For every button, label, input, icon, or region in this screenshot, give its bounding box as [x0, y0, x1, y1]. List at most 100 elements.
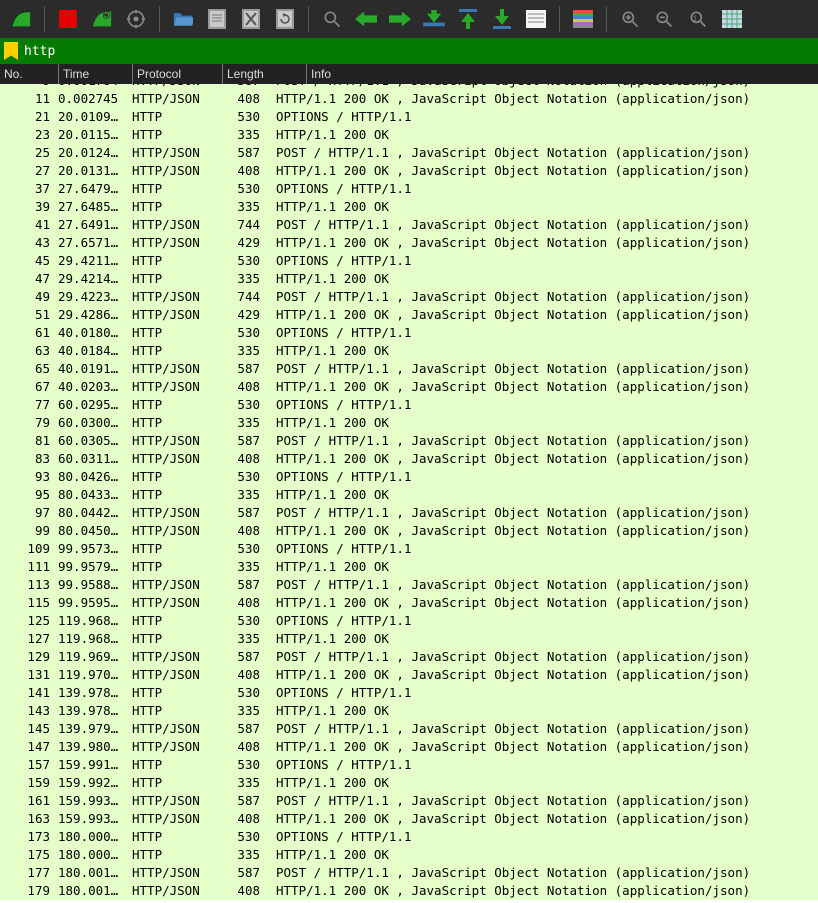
packet-row[interactable]: 3927.6485…HTTP335HTTP/1.1 200 OK: [0, 198, 818, 216]
packet-row[interactable]: 4929.4223…HTTP/JSON744POST / HTTP/1.1 , …: [0, 288, 818, 306]
zoom-reset-icon[interactable]: 1: [683, 4, 713, 34]
packet-list[interactable]: 90.001784HTTP/JSON587POST / HTTP/1.1 , J…: [0, 84, 818, 903]
packet-row[interactable]: 8360.0311…HTTP/JSON408HTTP/1.1 200 OK , …: [0, 450, 818, 468]
packet-row[interactable]: 9380.0426…HTTP530OPTIONS / HTTP/1.1: [0, 468, 818, 486]
column-header-length[interactable]: Length: [222, 64, 306, 84]
column-header-no[interactable]: No.: [0, 64, 58, 84]
cell-time: 60.0300…: [58, 414, 132, 432]
cell-no: 177: [4, 864, 58, 882]
bookmark-icon[interactable]: [4, 42, 18, 60]
packet-row[interactable]: 11399.9588…HTTP/JSON587POST / HTTP/1.1 ,…: [0, 576, 818, 594]
cell-length: 530: [222, 180, 268, 198]
packet-row[interactable]: 145139.979…HTTP/JSON587POST / HTTP/1.1 ,…: [0, 720, 818, 738]
colorize-icon[interactable]: [568, 4, 598, 34]
packet-row[interactable]: 163159.993…HTTP/JSON408HTTP/1.1 200 OK ,…: [0, 810, 818, 828]
packet-row[interactable]: 110.002745HTTP/JSON408HTTP/1.1 200 OK , …: [0, 90, 818, 108]
packet-row[interactable]: 131119.970…HTTP/JSON408HTTP/1.1 200 OK ,…: [0, 666, 818, 684]
packet-row[interactable]: 175180.000…HTTP335HTTP/1.1 200 OK: [0, 846, 818, 864]
save-file-icon[interactable]: [202, 4, 232, 34]
cell-info: OPTIONS / HTTP/1.1: [268, 828, 818, 846]
packet-row[interactable]: 10999.9573…HTTP530OPTIONS / HTTP/1.1: [0, 540, 818, 558]
wireshark-logo-icon[interactable]: [6, 4, 36, 34]
packet-row[interactable]: 4529.4211…HTTP530OPTIONS / HTTP/1.1: [0, 252, 818, 270]
capture-options-icon[interactable]: [121, 4, 151, 34]
packet-row[interactable]: 2720.0131…HTTP/JSON408HTTP/1.1 200 OK , …: [0, 162, 818, 180]
packet-row[interactable]: 11599.9595…HTTP/JSON408HTTP/1.1 200 OK ,…: [0, 594, 818, 612]
packet-row[interactable]: 4729.4214…HTTP335HTTP/1.1 200 OK: [0, 270, 818, 288]
packet-row[interactable]: 9980.0450…HTTP/JSON408HTTP/1.1 200 OK , …: [0, 522, 818, 540]
packet-row[interactable]: 157159.991…HTTP530OPTIONS / HTTP/1.1: [0, 756, 818, 774]
resize-columns-icon[interactable]: [717, 4, 747, 34]
cell-time: 0.002745: [58, 90, 132, 108]
packet-row[interactable]: 127119.968…HTTP335HTTP/1.1 200 OK: [0, 630, 818, 648]
packet-row[interactable]: 6340.0184…HTTP335HTTP/1.1 200 OK: [0, 342, 818, 360]
zoom-out-icon[interactable]: [649, 4, 679, 34]
packet-row[interactable]: 9780.0442…HTTP/JSON587POST / HTTP/1.1 , …: [0, 504, 818, 522]
reload-file-icon[interactable]: [270, 4, 300, 34]
cell-length: 408: [222, 162, 268, 180]
go-to-last-icon[interactable]: [487, 4, 517, 34]
cell-info: HTTP/1.1 200 OK: [268, 198, 818, 216]
packet-row[interactable]: 3727.6479…HTTP530OPTIONS / HTTP/1.1: [0, 180, 818, 198]
packet-row[interactable]: 2320.0115…HTTP335HTTP/1.1 200 OK: [0, 126, 818, 144]
cell-no: 37: [4, 180, 58, 198]
cell-time: 27.6571…: [58, 234, 132, 252]
cell-time: 40.0180…: [58, 324, 132, 342]
packet-row[interactable]: 2120.0109…HTTP530OPTIONS / HTTP/1.1: [0, 108, 818, 126]
packet-row[interactable]: 173180.000…HTTP530OPTIONS / HTTP/1.1: [0, 828, 818, 846]
cell-no: 179: [4, 882, 58, 900]
packet-row[interactable]: 161159.993…HTTP/JSON587POST / HTTP/1.1 ,…: [0, 792, 818, 810]
packet-row[interactable]: 6740.0203…HTTP/JSON408HTTP/1.1 200 OK , …: [0, 378, 818, 396]
go-to-packet-icon[interactable]: [419, 4, 449, 34]
cell-info: OPTIONS / HTTP/1.1: [268, 540, 818, 558]
close-file-icon[interactable]: [236, 4, 266, 34]
packet-row[interactable]: 141139.978…HTTP530OPTIONS / HTTP/1.1: [0, 684, 818, 702]
cell-info: HTTP/1.1 200 OK: [268, 126, 818, 144]
cell-length: 335: [222, 558, 268, 576]
packet-row[interactable]: 9580.0433…HTTP335HTTP/1.1 200 OK: [0, 486, 818, 504]
column-header-time[interactable]: Time: [58, 64, 132, 84]
cell-length: 530: [222, 252, 268, 270]
packet-row[interactable]: 4127.6491…HTTP/JSON744POST / HTTP/1.1 , …: [0, 216, 818, 234]
packet-row[interactable]: 129119.969…HTTP/JSON587POST / HTTP/1.1 ,…: [0, 648, 818, 666]
packet-row[interactable]: 125119.968…HTTP530OPTIONS / HTTP/1.1: [0, 612, 818, 630]
packet-row[interactable]: 2520.0124…HTTP/JSON587POST / HTTP/1.1 , …: [0, 144, 818, 162]
stop-capture-icon[interactable]: [53, 4, 83, 34]
cell-length: 335: [222, 342, 268, 360]
cell-info: OPTIONS / HTTP/1.1: [268, 108, 818, 126]
open-file-icon[interactable]: [168, 4, 198, 34]
packet-row[interactable]: 4327.6571…HTTP/JSON429HTTP/1.1 200 OK , …: [0, 234, 818, 252]
cell-time: 80.0442…: [58, 504, 132, 522]
find-packet-icon[interactable]: [317, 4, 347, 34]
restart-capture-icon[interactable]: [87, 4, 117, 34]
cell-no: 51: [4, 306, 58, 324]
go-forward-icon[interactable]: [385, 4, 415, 34]
go-to-first-icon[interactable]: [453, 4, 483, 34]
cell-length: 530: [222, 828, 268, 846]
packet-row[interactable]: 159159.992…HTTP335HTTP/1.1 200 OK: [0, 774, 818, 792]
column-header-info[interactable]: Info: [306, 64, 818, 84]
cell-time: 20.0109…: [58, 108, 132, 126]
cell-info: OPTIONS / HTTP/1.1: [268, 180, 818, 198]
zoom-in-icon[interactable]: [615, 4, 645, 34]
cell-time: 80.0433…: [58, 486, 132, 504]
auto-scroll-icon[interactable]: [521, 4, 551, 34]
go-back-icon[interactable]: [351, 4, 381, 34]
packet-row[interactable]: 143139.978…HTTP335HTTP/1.1 200 OK: [0, 702, 818, 720]
packet-row[interactable]: 5129.4286…HTTP/JSON429HTTP/1.1 200 OK , …: [0, 306, 818, 324]
cell-protocol: HTTP: [132, 396, 222, 414]
cell-no: 41: [4, 216, 58, 234]
packet-row[interactable]: 177180.001…HTTP/JSON587POST / HTTP/1.1 ,…: [0, 864, 818, 882]
packet-row[interactable]: 11199.9579…HTTP335HTTP/1.1 200 OK: [0, 558, 818, 576]
packet-row[interactable]: 8160.0305…HTTP/JSON587POST / HTTP/1.1 , …: [0, 432, 818, 450]
column-header-protocol[interactable]: Protocol: [132, 64, 222, 84]
packet-row[interactable]: 7960.0300…HTTP335HTTP/1.1 200 OK: [0, 414, 818, 432]
cell-no: 61: [4, 324, 58, 342]
packet-row[interactable]: 179180.001…HTTP/JSON408HTTP/1.1 200 OK ,…: [0, 882, 818, 900]
display-filter-input[interactable]: [22, 38, 814, 64]
cell-protocol: HTTP: [132, 414, 222, 432]
packet-row[interactable]: 6540.0191…HTTP/JSON587POST / HTTP/1.1 , …: [0, 360, 818, 378]
packet-row[interactable]: 6140.0180…HTTP530OPTIONS / HTTP/1.1: [0, 324, 818, 342]
packet-row[interactable]: 7760.0295…HTTP530OPTIONS / HTTP/1.1: [0, 396, 818, 414]
packet-row[interactable]: 147139.980…HTTP/JSON408HTTP/1.1 200 OK ,…: [0, 738, 818, 756]
